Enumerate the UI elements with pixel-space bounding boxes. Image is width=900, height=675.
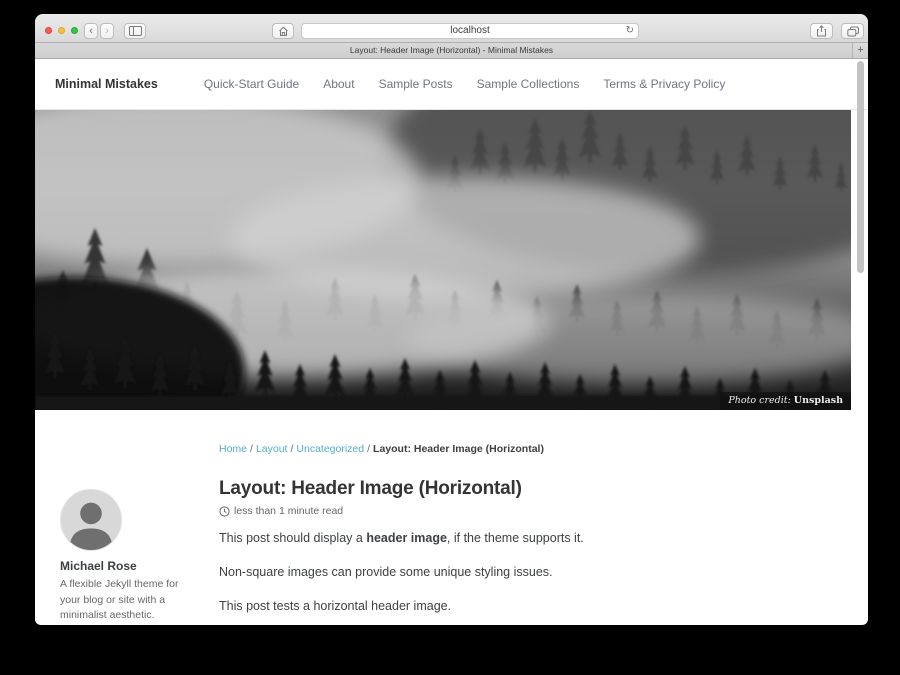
- share-button[interactable]: [810, 23, 833, 39]
- forward-button[interactable]: ›: [100, 23, 114, 39]
- window-controls: [45, 27, 78, 34]
- desktop: { "browser": { "address": "localhost", "…: [0, 0, 900, 675]
- post-article: Home/Layout/Uncategorized/Layout: Header…: [219, 443, 848, 624]
- breadcrumb-link-home[interactable]: Home: [219, 443, 247, 455]
- minimize-window-button[interactable]: [58, 27, 65, 34]
- browser-toolbar: ‹ › localhost ↻: [35, 14, 868, 43]
- paragraph-bold-text: header image: [366, 531, 447, 545]
- back-icon: ‹: [89, 25, 93, 38]
- post-paragraph-2: Non-square images can provide some uniqu…: [219, 564, 848, 580]
- browser-window: ‹ › localhost ↻: [35, 14, 868, 625]
- post-title: Layout: Header Image (Horizontal): [219, 477, 848, 501]
- site-title-link[interactable]: Minimal Mistakes: [55, 77, 158, 91]
- home-icon: [278, 26, 289, 37]
- back-button[interactable]: ‹: [84, 23, 98, 39]
- breadcrumb-separator: /: [290, 443, 293, 455]
- breadcrumb: Home/Layout/Uncategorized/Layout: Header…: [219, 443, 848, 455]
- header-image: Photo credit: Unsplash: [35, 110, 851, 410]
- new-tab-button[interactable]: +: [852, 43, 868, 58]
- nav-link-quick-start-guide[interactable]: Quick-Start Guide: [204, 77, 299, 91]
- zoom-window-button[interactable]: [71, 27, 78, 34]
- site-masthead: Minimal Mistakes Quick-Start Guide About…: [35, 59, 868, 110]
- reload-button[interactable]: ↻: [626, 24, 634, 38]
- active-tab[interactable]: Layout: Header Image (Horizontal) - Mini…: [35, 43, 868, 58]
- author-sidebar: Michael Rose A flexible Jekyll theme for…: [60, 443, 219, 624]
- tabs-icon: [847, 26, 859, 37]
- scrollbar-thumb[interactable]: [857, 61, 864, 273]
- address-text: localhost: [450, 25, 489, 36]
- read-time: less than 1 minute read: [234, 505, 343, 517]
- clock-icon: [219, 506, 230, 517]
- address-bar[interactable]: localhost ↻: [301, 23, 639, 39]
- breadcrumb-separator: /: [367, 443, 370, 455]
- post-paragraph-1: This post should display a header image,…: [219, 530, 848, 546]
- post-paragraph-3: This post tests a horizontal header imag…: [219, 598, 848, 614]
- show-tabs-button[interactable]: [841, 23, 864, 39]
- photo-credit-label: Photo credit:: [728, 395, 793, 406]
- photo-credit-source-link[interactable]: Unsplash: [794, 395, 843, 406]
- tab-bar: Layout: Header Image (Horizontal) - Mini…: [35, 43, 868, 59]
- share-icon: [816, 25, 827, 37]
- paragraph-text: This post should display a: [219, 531, 366, 545]
- photo-credit: Photo credit: Unsplash: [720, 392, 851, 410]
- nav-link-terms-privacy-policy[interactable]: Terms & Privacy Policy: [603, 77, 725, 91]
- nav-link-sample-collections[interactable]: Sample Collections: [477, 77, 580, 91]
- sidebar-toggle-button[interactable]: [124, 23, 146, 39]
- author-bio: A flexible Jekyll theme for your blog or…: [60, 577, 192, 624]
- nav-link-about[interactable]: About: [323, 77, 354, 91]
- forward-icon: ›: [105, 25, 109, 38]
- nav-link-sample-posts[interactable]: Sample Posts: [379, 77, 453, 91]
- foggy-forest-illustration: [35, 110, 851, 410]
- page-content: Michael Rose A flexible Jekyll theme for…: [35, 410, 868, 624]
- breadcrumb-link-uncategorized[interactable]: Uncategorized: [296, 443, 364, 455]
- author-avatar: [60, 489, 122, 551]
- breadcrumb-separator: /: [250, 443, 253, 455]
- sidebar-icon: [129, 26, 142, 36]
- post-meta: less than 1 minute read: [219, 505, 848, 517]
- paragraph-text: , if the theme supports it.: [447, 531, 584, 545]
- page-viewport: Minimal Mistakes Quick-Start Guide About…: [35, 59, 868, 624]
- breadcrumb-link-layout[interactable]: Layout: [256, 443, 288, 455]
- breadcrumb-current: Layout: Header Image (Horizontal): [373, 443, 544, 455]
- site-nav: Quick-Start Guide About Sample Posts Sam…: [204, 77, 726, 91]
- close-window-button[interactable]: [45, 27, 52, 34]
- author-name: Michael Rose: [60, 559, 219, 573]
- person-silhouette-icon: [61, 490, 121, 550]
- home-button[interactable]: [272, 23, 294, 39]
